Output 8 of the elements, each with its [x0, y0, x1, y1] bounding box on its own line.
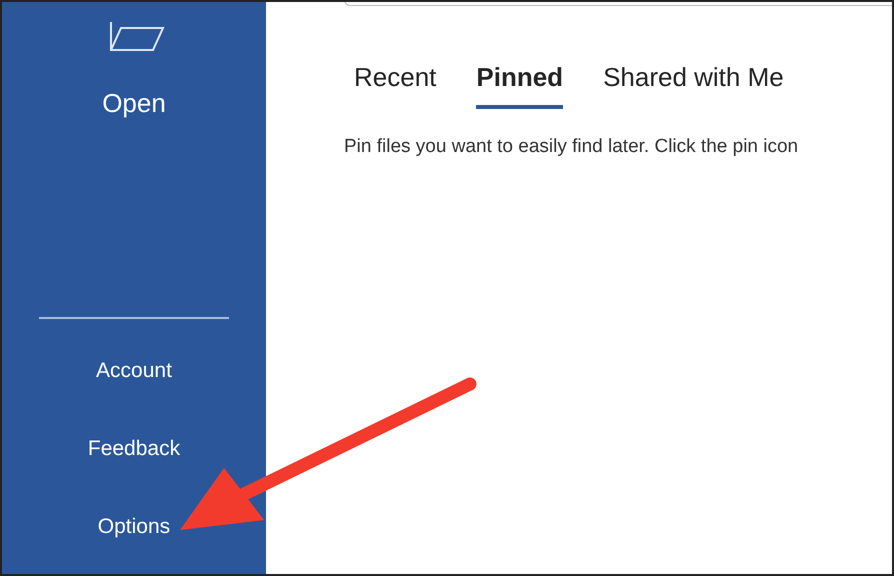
tab[interactable]: Pinned [476, 58, 564, 109]
tab[interactable]: Shared with Me [603, 58, 784, 109]
sidebar-item[interactable]: Feedback [88, 435, 180, 463]
sidebar-item[interactable]: Options [98, 513, 170, 541]
tab[interactable]: Recent [354, 58, 436, 109]
sidebar-item[interactable]: Account [96, 357, 172, 385]
hint-text: Pin files you want to easily find later. Click the pin icon [344, 135, 800, 159]
open-button[interactable]: Open [102, 84, 166, 123]
